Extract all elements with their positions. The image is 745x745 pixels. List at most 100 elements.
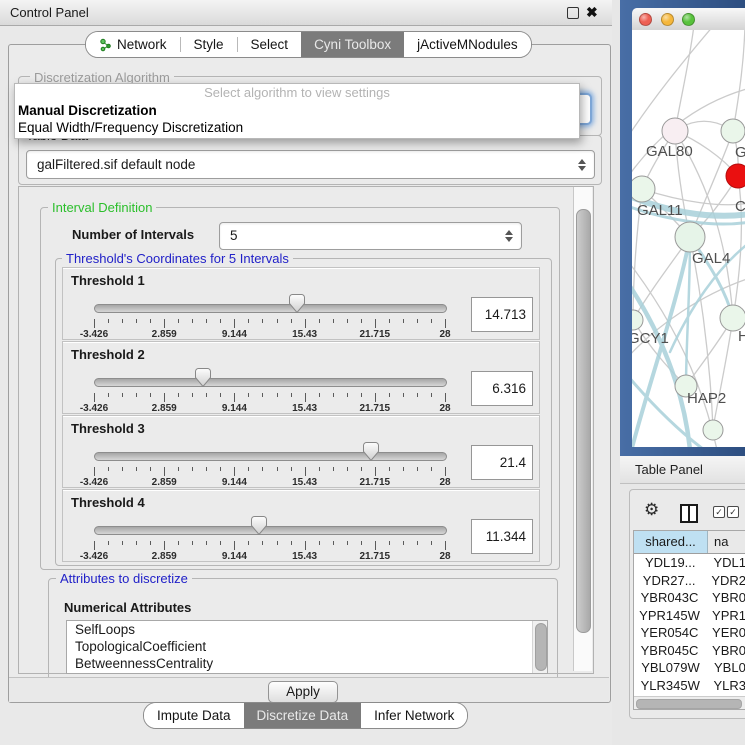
cell-name[interactable]: YBR0 bbox=[706, 589, 745, 607]
tab-cyni-toolbox[interactable]: Cyni Toolbox bbox=[301, 32, 404, 57]
dropdown-item-equal-width-frequency-discretization[interactable]: Equal Width/Frequency Discretization bbox=[15, 119, 579, 136]
apply-button[interactable]: Apply bbox=[268, 681, 338, 703]
table-data-combobox[interactable]: galFiltered.sif default node bbox=[26, 150, 595, 179]
cell-name[interactable]: YDR2 bbox=[705, 572, 745, 590]
slider-thumb[interactable] bbox=[363, 442, 379, 461]
node-label: GAL80 bbox=[646, 143, 693, 160]
network-node-gcy1[interactable] bbox=[632, 310, 643, 330]
tab-label: Impute Data bbox=[157, 703, 231, 728]
table-data-value: galFiltered.sif default node bbox=[37, 157, 195, 172]
network-node-c[interactable] bbox=[726, 164, 745, 188]
panel-scrollbar[interactable] bbox=[573, 187, 592, 671]
cell-name[interactable]: YER0 bbox=[706, 624, 745, 642]
attribute-list-item[interactable]: SelfLoops bbox=[67, 621, 547, 638]
table-row[interactable]: YBR043CYBR0 bbox=[634, 589, 745, 607]
tab-jactivemnodules[interactable]: jActiveMNodules bbox=[404, 32, 531, 57]
slider-track[interactable] bbox=[94, 304, 447, 313]
cell-shared-name[interactable]: YBL079W bbox=[634, 659, 708, 677]
table-row[interactable]: YBL079WYBL0 bbox=[634, 659, 745, 677]
tab-label: Select bbox=[251, 32, 289, 57]
mac-zoom-button[interactable] bbox=[682, 13, 695, 26]
cell-shared-name[interactable]: YDR27... bbox=[634, 572, 705, 590]
tab-network[interactable]: Network bbox=[86, 32, 180, 57]
slider-thumb[interactable] bbox=[251, 516, 267, 535]
table-header-row: shared... na bbox=[634, 531, 745, 554]
network-node-gal11[interactable] bbox=[632, 176, 655, 202]
node-label: HAP2 bbox=[687, 390, 726, 407]
slider-ticks bbox=[94, 393, 445, 403]
list-scrollbar[interactable] bbox=[532, 621, 547, 673]
bottom-tab-infer-network[interactable]: Infer Network bbox=[361, 703, 467, 728]
cell-shared-name[interactable]: YBR043C bbox=[634, 589, 706, 607]
cell-shared-name[interactable]: YDL19... bbox=[634, 554, 707, 572]
network-node-gal4[interactable] bbox=[675, 222, 705, 252]
bottom-tab-discretize-data[interactable]: Discretize Data bbox=[244, 703, 362, 728]
table-panel-header: Table Panel bbox=[620, 456, 745, 484]
column-header-name[interactable]: na bbox=[708, 531, 745, 553]
slider-track[interactable] bbox=[94, 526, 447, 535]
slider-track[interactable] bbox=[94, 452, 447, 461]
cyni-bottom-tabbar: Impute Data Discretize Data Infer Network bbox=[143, 702, 468, 729]
column-header-shared-name[interactable]: shared... bbox=[634, 531, 708, 553]
table-row[interactable]: YER054CYER0 bbox=[634, 624, 745, 642]
network-canvas[interactable]: GAL80G.CGAL11GAL4GCY1HHAP2 bbox=[632, 30, 745, 447]
tab-style[interactable]: Style bbox=[181, 32, 237, 57]
tab-select[interactable]: Select bbox=[238, 32, 302, 57]
table-scrollbar-thumb[interactable] bbox=[636, 699, 742, 709]
number-of-intervals-combobox[interactable]: 5 bbox=[219, 222, 522, 250]
threshold-value-field[interactable]: 21.4 bbox=[471, 445, 533, 480]
mac-minimize-button[interactable] bbox=[661, 13, 674, 26]
checked-checkbox-icon[interactable]: ✓ bbox=[727, 506, 739, 518]
table-horizontal-scrollbar[interactable] bbox=[634, 696, 745, 709]
cell-name[interactable]: YBR0 bbox=[706, 642, 745, 660]
split-panel-icon[interactable] bbox=[680, 504, 698, 523]
screenshot-stage: Control Panel ✖ NetworkStyleSelectCyni T… bbox=[0, 0, 745, 745]
control-panel: Control Panel ✖ NetworkStyleSelectCyni T… bbox=[0, 0, 612, 745]
cell-name[interactable]: YDL1 bbox=[707, 554, 745, 572]
attribute-list-item[interactable]: BetweennessCentrality bbox=[67, 655, 547, 672]
dropdown-item-manual-discretization[interactable]: Manual Discretization bbox=[15, 102, 579, 119]
float-window-icon[interactable] bbox=[567, 7, 579, 19]
tab-label: Discretize Data bbox=[257, 703, 349, 728]
tab-label: jActiveMNodules bbox=[417, 32, 518, 57]
threshold-value-field[interactable]: 14.713 bbox=[471, 297, 533, 332]
node-attribute-table[interactable]: shared... na YDL19...YDL1YDR27...YDR2YBR… bbox=[633, 530, 745, 710]
threshold-value-field[interactable]: 6.316 bbox=[471, 371, 533, 406]
table-row[interactable]: YBR045CYBR0 bbox=[634, 642, 745, 660]
gear-icon[interactable]: ⚙ bbox=[644, 500, 659, 520]
dropdown-placeholder-item[interactable]: Select algorithm to view settings bbox=[15, 84, 579, 102]
panel-scrollbar-thumb[interactable] bbox=[576, 209, 591, 633]
number-of-intervals-value: 5 bbox=[230, 228, 238, 243]
numerical-attributes-list[interactable]: SelfLoopsTopologicalCoefficientBetweenne… bbox=[66, 620, 548, 674]
table-row[interactable]: YDR27...YDR2 bbox=[634, 572, 745, 590]
cell-name[interactable]: YPR1 bbox=[706, 607, 745, 625]
network-node-gal80[interactable] bbox=[662, 118, 688, 144]
attribute-list-item[interactable]: TopologicalCoefficient bbox=[67, 638, 547, 655]
mac-close-button[interactable] bbox=[639, 13, 652, 26]
cell-shared-name[interactable]: YPR145W bbox=[634, 607, 706, 625]
tab-label: Style bbox=[194, 32, 224, 57]
node-label: G. bbox=[735, 144, 745, 161]
checked-checkbox-icon[interactable]: ✓ bbox=[713, 506, 725, 518]
table-row[interactable]: YDL19...YDL1 bbox=[634, 554, 745, 572]
table-row[interactable]: YLR345WYLR3 bbox=[634, 677, 745, 695]
slider-thumb[interactable] bbox=[289, 294, 305, 313]
bottom-tab-impute-data[interactable]: Impute Data bbox=[144, 703, 244, 728]
cell-shared-name[interactable]: YBR045C bbox=[634, 642, 706, 660]
network-icon bbox=[99, 38, 112, 52]
slider-track[interactable] bbox=[94, 378, 447, 387]
network-node[interactable] bbox=[703, 420, 723, 440]
list-scrollbar-thumb[interactable] bbox=[535, 623, 547, 671]
cell-name[interactable]: YLR3 bbox=[707, 677, 745, 695]
cell-shared-name[interactable]: YLR345W bbox=[634, 677, 707, 695]
network-node-g[interactable] bbox=[721, 119, 745, 143]
table-panel-title: Table Panel bbox=[635, 462, 703, 477]
cell-shared-name[interactable]: YER054C bbox=[634, 624, 706, 642]
slider-tick-labels: -3.4262.8599.14415.4321.71528 bbox=[94, 477, 445, 488]
threshold-label: Threshold 2 bbox=[71, 347, 145, 362]
threshold-value-field[interactable]: 11.344 bbox=[471, 519, 533, 554]
close-icon[interactable]: ✖ bbox=[586, 4, 598, 21]
slider-thumb[interactable] bbox=[195, 368, 211, 387]
table-row[interactable]: YPR145WYPR1 bbox=[634, 607, 745, 625]
cell-name[interactable]: YBL0 bbox=[708, 659, 745, 677]
